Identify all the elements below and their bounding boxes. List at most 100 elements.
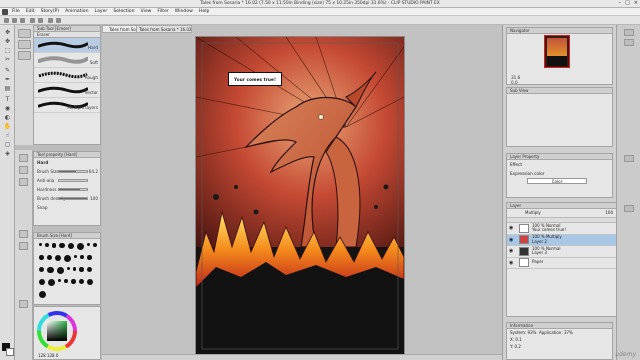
blend-mode-select[interactable]: Multiply <box>525 210 541 215</box>
layer-row[interactable]: ◉ 100 % Normal Layer 3 <box>507 246 617 258</box>
brush-item-multiple-layers[interactable]: Multiple layers <box>34 98 100 113</box>
brush-item-hard[interactable]: Hard <box>34 38 100 53</box>
brush-density-slider[interactable] <box>58 197 88 200</box>
brush-size-preset[interactable] <box>54 255 62 262</box>
tool-fill-icon[interactable]: ◉ <box>3 105 12 112</box>
save-icon[interactable] <box>20 18 25 23</box>
brush-size-preset[interactable] <box>48 279 56 286</box>
palette-toggle-5[interactable] <box>19 242 28 250</box>
palette-toggle-6[interactable] <box>19 300 28 308</box>
navigator-thumbnail[interactable] <box>544 35 570 68</box>
tool-hand-icon[interactable]: ✋ <box>3 123 12 130</box>
brush-size-preset[interactable] <box>92 243 97 247</box>
fill-icon[interactable] <box>56 18 61 23</box>
brush-size-preset[interactable] <box>74 255 78 258</box>
tool-move-icon[interactable]: ✥ <box>3 29 12 36</box>
brush-size-preset[interactable] <box>79 267 84 272</box>
brush-size-preset[interactable] <box>76 243 84 250</box>
palette-toggle-navigator[interactable] <box>624 29 634 36</box>
brush-size-slider[interactable] <box>58 170 88 173</box>
menu-view[interactable]: View <box>141 9 152 14</box>
palette-toggle-layerprop[interactable] <box>624 155 634 162</box>
brush-item-rough[interactable]: Rough <box>34 68 100 83</box>
tool-text-icon[interactable]: T <box>3 96 12 103</box>
brush-size-preset[interactable] <box>45 243 49 247</box>
brush-size-preset[interactable] <box>86 243 90 246</box>
eye-icon[interactable]: ◉ <box>509 248 515 254</box>
menu-file[interactable]: File <box>12 9 20 14</box>
sub-color-swatch[interactable] <box>6 348 14 356</box>
brush-size-preset[interactable] <box>86 279 94 286</box>
prop-snap[interactable]: Snap <box>34 203 100 212</box>
brush-size-preset[interactable] <box>70 279 76 284</box>
new-icon[interactable] <box>4 18 9 23</box>
brush-item-vector[interactable]: Vector <box>34 83 100 98</box>
tool-cut-icon[interactable]: ✂ <box>3 56 12 63</box>
opacity-value[interactable]: 100 <box>605 209 613 217</box>
undo-icon[interactable] <box>30 18 35 23</box>
brush-size-preset[interactable] <box>39 267 45 273</box>
menu-edit[interactable]: Edit <box>26 9 35 14</box>
brush-size-preset[interactable] <box>64 255 72 262</box>
brush-size-preset[interactable] <box>59 243 65 249</box>
tool-balloon-icon[interactable]: ◈ <box>3 150 12 157</box>
document-tab-2[interactable]: Tales from Sosaria * 16.02 <box>136 25 192 33</box>
palette-toggle-2[interactable] <box>19 166 28 174</box>
brush-size-preset[interactable] <box>51 243 57 248</box>
subtool-group-1[interactable] <box>18 29 31 38</box>
eye-icon[interactable]: ◉ <box>509 237 515 243</box>
brush-size-preset[interactable] <box>80 255 84 259</box>
color-wheel[interactable] <box>35 309 101 353</box>
menu-window[interactable]: Window <box>175 9 193 14</box>
tool-eyedropper-icon[interactable]: ☝ <box>3 132 12 139</box>
brush-size-preset[interactable] <box>72 267 77 271</box>
layer-row[interactable]: ◉ Paper <box>507 258 617 269</box>
palette-toggle-layer[interactable] <box>624 205 634 212</box>
layer-row[interactable]: ◉ 100 % Multiply Layer 2 <box>507 234 617 246</box>
tool-gradient-icon[interactable]: ◐ <box>3 114 12 121</box>
tool-operation-icon[interactable]: ✥ <box>3 38 12 45</box>
subtool-group-2[interactable] <box>18 40 31 49</box>
brush-size-preset[interactable] <box>86 255 92 260</box>
tool-frame-icon[interactable]: ◻ <box>3 141 12 148</box>
brush-size-preset[interactable] <box>39 255 44 260</box>
brush-size-preset[interactable] <box>66 267 70 270</box>
brush-size-preset[interactable] <box>86 267 93 273</box>
brush-size-preset[interactable] <box>46 255 52 261</box>
prop-anti-aliasing[interactable]: Anti-alia <box>34 176 100 185</box>
brush-size-preset[interactable] <box>64 279 68 283</box>
brush-size-preset[interactable] <box>39 243 42 246</box>
speech-bubble[interactable]: Your comes true! <box>228 72 282 86</box>
anti-alias-selector[interactable] <box>58 179 88 182</box>
subtool-group-3[interactable] <box>18 51 31 60</box>
brush-size-preset[interactable] <box>56 267 64 274</box>
brush-size-preset[interactable] <box>58 279 62 282</box>
menu-layer[interactable]: Layer <box>95 9 108 14</box>
expression-color-select[interactable]: Color <box>527 178 587 184</box>
palette-toggle-3[interactable] <box>19 178 28 186</box>
menu-filter[interactable]: Filter <box>157 9 168 14</box>
prop-hardness[interactable]: Hardness <box>34 185 100 194</box>
tool-eraser-icon[interactable]: ▤ <box>3 85 12 92</box>
clear-icon[interactable] <box>48 18 53 23</box>
maximize-button[interactable]: □ <box>625 0 630 6</box>
tool-pen-icon[interactable]: ✎ <box>3 67 12 74</box>
palette-toggle-1[interactable] <box>19 154 28 162</box>
open-icon[interactable] <box>12 18 17 23</box>
eye-icon[interactable]: ◉ <box>509 260 515 266</box>
layer-row[interactable]: ◉ 100 % Normal Your comes true! <box>507 223 617 235</box>
menu-selection[interactable]: Selection <box>113 9 134 14</box>
brush-size-preset[interactable] <box>47 267 54 274</box>
redo-icon[interactable] <box>38 18 43 23</box>
prop-brush-size[interactable]: Brush Size 64.2 <box>34 167 100 176</box>
brush-item-soft[interactable]: Soft <box>34 53 100 68</box>
hardness-slider[interactable] <box>58 188 88 191</box>
eye-icon[interactable]: ◉ <box>509 225 515 231</box>
menu-story[interactable]: Story(P) <box>41 9 60 14</box>
brush-size-preset[interactable] <box>67 243 74 250</box>
minimize-button[interactable]: – <box>619 0 622 6</box>
close-button[interactable]: × <box>634 0 638 6</box>
brush-size-preset[interactable] <box>78 279 84 285</box>
app-icon[interactable] <box>2 8 8 15</box>
brush-size-preset[interactable] <box>39 279 46 286</box>
